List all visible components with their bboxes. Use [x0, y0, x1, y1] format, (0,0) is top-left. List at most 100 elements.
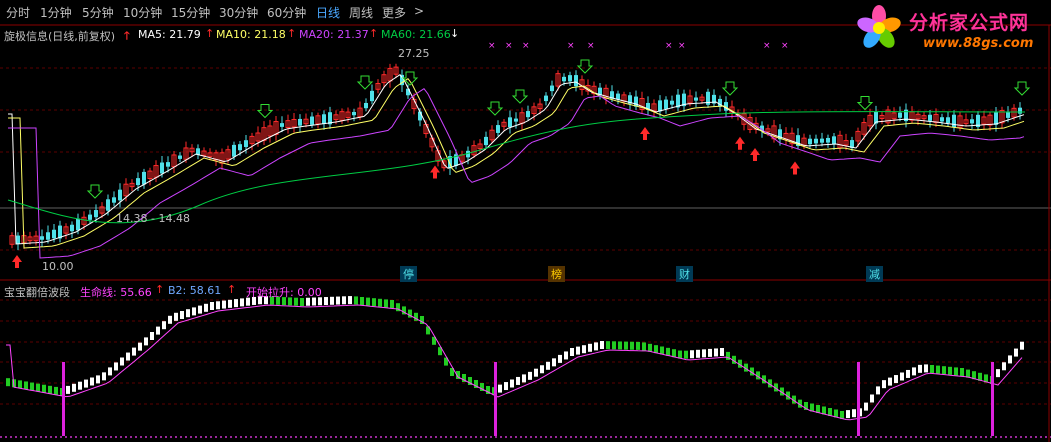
wave-bar	[588, 343, 592, 352]
wave-bar	[372, 298, 376, 307]
candle-body	[46, 232, 50, 240]
signal-marker: ×	[522, 41, 530, 51]
candle-body	[52, 229, 56, 239]
start-rise-bar	[991, 362, 994, 436]
wave-bar	[864, 402, 868, 411]
wave-bar	[198, 305, 202, 314]
wave-bar	[54, 386, 58, 395]
event-tag-reduce[interactable]: 减	[866, 266, 883, 282]
candle-body	[832, 136, 836, 145]
candle-body	[658, 100, 662, 112]
candle-body	[508, 117, 512, 128]
wave-bar	[144, 337, 148, 346]
tab-10min[interactable]: 10分钟	[123, 4, 162, 21]
wave-bar	[96, 375, 100, 384]
b2-trend-icon: ↑	[227, 283, 237, 296]
wave-bar	[534, 368, 538, 377]
tab-timeshare[interactable]: 分时	[6, 4, 30, 21]
tab-daily[interactable]: 日线	[316, 4, 340, 21]
sub-indicator-panel	[6, 296, 1024, 436]
wave-bar	[378, 298, 382, 307]
event-tag-suspend[interactable]: 停	[400, 266, 417, 282]
tab-more[interactable]: 更多	[382, 4, 406, 21]
wave-bar	[180, 311, 184, 319]
wave-bar	[108, 367, 112, 376]
candle-body	[70, 224, 74, 232]
tab-1min[interactable]: 1分钟	[40, 4, 72, 21]
start-rise-bar	[62, 362, 65, 436]
wave-bar	[114, 362, 118, 371]
wave-bar	[210, 302, 214, 310]
wave-bar	[870, 394, 874, 403]
wave-bar	[336, 296, 340, 305]
wave-bar	[126, 352, 130, 361]
wave-bar	[192, 307, 196, 316]
candle-body	[550, 85, 554, 92]
life-line-trend-icon: ↑	[155, 283, 165, 296]
candle-body	[178, 155, 182, 159]
wave-bar	[642, 342, 646, 351]
candle-body	[820, 138, 824, 143]
event-tag-rank[interactable]: 榜	[548, 266, 565, 282]
wave-bar	[888, 377, 892, 386]
wave-bar	[546, 361, 550, 370]
buy-arrow-icon	[750, 148, 760, 161]
ma60-label: MA60: 21.66	[381, 28, 451, 41]
tab-30min[interactable]: 30分钟	[219, 4, 258, 21]
wave-bar	[30, 382, 34, 391]
tab-weekly[interactable]: 周线	[349, 4, 373, 21]
wave-bar	[1008, 355, 1012, 364]
wave-bar	[714, 348, 718, 357]
tab-15min[interactable]: 15分钟	[171, 4, 210, 21]
wave-bar	[516, 376, 520, 385]
wave-bar	[186, 309, 190, 318]
candle-body	[364, 102, 368, 109]
wave-bar	[216, 301, 220, 310]
wave-bar	[360, 297, 364, 305]
candle-body	[88, 214, 92, 220]
event-tag-finance[interactable]: 财	[676, 266, 693, 282]
candle-body	[310, 116, 314, 125]
wave-bar	[684, 350, 688, 359]
wave-bar	[654, 345, 658, 354]
wave-bar	[24, 381, 28, 390]
wave-bar	[918, 364, 922, 373]
ma5-label: MA5: 21.79	[138, 28, 201, 41]
wave-bar	[240, 298, 244, 307]
wave-bar	[510, 379, 514, 388]
signal-marker: ×	[567, 41, 575, 51]
sell-arrow-icon	[256, 104, 274, 119]
wave-bar	[666, 347, 670, 356]
wave-bar	[948, 366, 952, 375]
wave-bar	[882, 380, 886, 389]
wave-bar	[906, 369, 910, 378]
tab-5min[interactable]: 5分钟	[82, 4, 114, 21]
wave-bar	[1020, 341, 1024, 350]
wave-bar	[576, 346, 580, 355]
tab-60min[interactable]: 60分钟	[267, 4, 306, 21]
signal-marker: ×	[587, 41, 595, 51]
wave-bar	[618, 341, 622, 350]
wave-bar	[630, 341, 634, 350]
logo-url: www.88gs.com	[923, 36, 1034, 51]
wave-bar	[234, 299, 238, 308]
low-price-label: 10.00	[42, 260, 74, 273]
wave-bar	[204, 303, 208, 312]
wave-bar	[504, 382, 508, 391]
wave-bar	[132, 347, 136, 356]
wave-bar	[636, 341, 640, 350]
candle-body	[940, 117, 944, 122]
candle-body	[166, 162, 170, 167]
wave-bar	[522, 374, 526, 383]
candle-body	[1018, 107, 1022, 114]
wave-bar	[648, 343, 652, 352]
wave-bar	[498, 384, 502, 393]
wave-bar	[702, 349, 706, 358]
wave-bar	[228, 299, 232, 308]
wave-bar	[102, 372, 106, 381]
signal-marker: ×	[678, 41, 686, 51]
candle-body	[142, 171, 146, 185]
wave-bar	[174, 312, 178, 321]
more-arrow-icon[interactable]: >	[414, 4, 424, 18]
wave-bar	[900, 372, 904, 381]
